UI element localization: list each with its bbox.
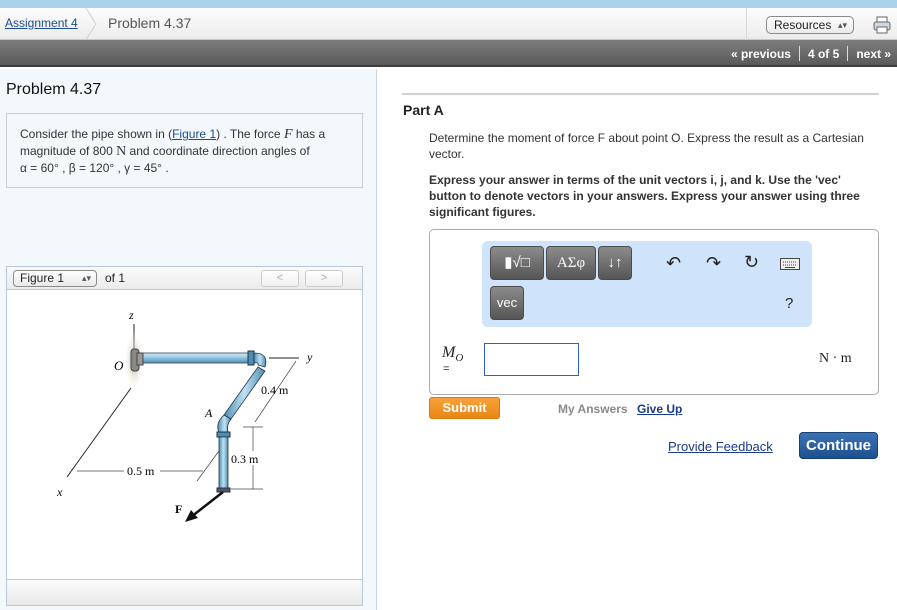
problem-statement: Consider the pipe shown in (Figure 1) . … bbox=[6, 113, 363, 188]
problem-text: and coordinate direction angles of bbox=[126, 144, 310, 158]
figure-select[interactable]: Figure 1 ▴▾ bbox=[13, 270, 97, 287]
figure-link[interactable]: Figure 1 bbox=[172, 127, 216, 141]
provide-feedback-link[interactable]: Provide Feedback bbox=[668, 439, 773, 454]
pipe-coupling bbox=[247, 350, 255, 366]
answer-input[interactable] bbox=[484, 343, 579, 376]
previous-link[interactable]: « previous bbox=[731, 47, 791, 61]
problem-nav-bar: « previous 4 of 5 next » bbox=[0, 40, 897, 67]
point-a-label: A bbox=[204, 406, 213, 420]
answer-unit: N · m bbox=[819, 351, 852, 366]
arrows-button[interactable]: ↓↑ bbox=[598, 246, 632, 280]
dimension-label-03: 0.3 m bbox=[231, 452, 259, 466]
figure-footer bbox=[7, 579, 362, 605]
figure-next-button[interactable]: > bbox=[305, 270, 343, 287]
header-bar: Assignment 4 Problem 4.37 Resources ▴▾ bbox=[0, 8, 897, 40]
y-axis-label: y bbox=[306, 350, 313, 364]
answer-instructions: Express your answer in terms of the unit… bbox=[429, 173, 860, 219]
part-title: Part A bbox=[403, 102, 444, 118]
force-label: F bbox=[175, 502, 182, 516]
select-arrows-icon: ▴▾ bbox=[81, 273, 91, 283]
pipe-figure: z x O y 0.4 m A 0.5 m 0.3 m F bbox=[56, 308, 313, 522]
unit-newton: N bbox=[116, 144, 127, 159]
equals-sign: = bbox=[443, 363, 450, 375]
pipe-mount bbox=[136, 352, 144, 366]
undo-icon[interactable]: ↶ bbox=[666, 253, 681, 274]
part-a-panel: Part A Determine the moment of force F a… bbox=[378, 69, 897, 610]
dimension-label-04: 0.4 m bbox=[261, 383, 289, 397]
figure-prev-button[interactable]: < bbox=[261, 270, 299, 287]
x-axis bbox=[66, 387, 132, 478]
math-toolbar: ▮√□ ΑΣφ ↓↑ ↶ ↷ ↻ vec ? bbox=[482, 241, 812, 327]
help-icon[interactable]: ? bbox=[785, 295, 793, 312]
nav-separator bbox=[798, 46, 800, 61]
problem-text: ) . The force bbox=[216, 127, 284, 141]
top-strip bbox=[0, 0, 897, 8]
submit-button[interactable]: Submit bbox=[429, 397, 500, 419]
pipe-segment-vertical bbox=[218, 436, 229, 490]
next-link[interactable]: next » bbox=[856, 47, 891, 61]
breadcrumb-current: Problem 4.37 bbox=[108, 15, 192, 31]
figure-panel: Figure 1 ▴▾ of 1 < > z x O y 0.4 m A 0.5… bbox=[6, 266, 363, 606]
dimension-label-05: 0.5 m bbox=[127, 464, 155, 478]
divider bbox=[402, 93, 879, 95]
dimension-guide bbox=[196, 450, 220, 482]
question-text: Determine the moment of force F about po… bbox=[429, 131, 864, 161]
nav-separator bbox=[847, 46, 849, 61]
problem-position: 4 of 5 bbox=[807, 46, 840, 61]
breadcrumb-assignment-link[interactable]: Assignment 4 bbox=[5, 16, 78, 30]
pipe-elbow-a bbox=[217, 414, 232, 434]
give-up-link[interactable]: Give Up bbox=[637, 402, 682, 416]
reset-icon[interactable]: ↻ bbox=[744, 252, 759, 273]
my-answers-link[interactable]: My Answers bbox=[558, 402, 628, 416]
problem-title: Problem 4.37 bbox=[6, 81, 102, 98]
answer-variable-label: MO bbox=[442, 344, 463, 364]
greek-symbols-button[interactable]: ΑΣφ bbox=[546, 246, 596, 280]
keyboard-icon[interactable] bbox=[780, 258, 800, 270]
breadcrumb-separator-icon bbox=[85, 8, 97, 40]
z-axis-label: z bbox=[128, 308, 134, 322]
force-symbol: F bbox=[283, 127, 293, 142]
pipe-elbow bbox=[253, 352, 267, 368]
x-axis-label: x bbox=[56, 485, 63, 499]
templates-button[interactable]: ▮√□ bbox=[490, 246, 544, 280]
pipe-segment-y bbox=[140, 352, 252, 364]
figure-toolbar: Figure 1 ▴▾ of 1 < > bbox=[7, 267, 362, 290]
select-arrows-icon: ▴▾ bbox=[837, 20, 847, 30]
pipe-segment-diagonal bbox=[223, 366, 266, 420]
force-arrow bbox=[190, 491, 224, 518]
point-o-label: O bbox=[114, 358, 124, 373]
answer-variable: M bbox=[442, 344, 456, 361]
continue-button[interactable]: Continue bbox=[799, 432, 878, 459]
pipe-end-cap bbox=[216, 487, 231, 493]
direction-angles: α = 60° , β = 120° , γ = 45° . bbox=[20, 161, 169, 175]
vec-button[interactable]: vec bbox=[490, 286, 524, 320]
redo-icon[interactable]: ↷ bbox=[706, 253, 721, 274]
printer-icon[interactable] bbox=[873, 16, 891, 34]
problem-text: Consider the pipe shown in ( bbox=[20, 127, 173, 141]
resources-select-label: Resources bbox=[774, 18, 832, 32]
resources-select[interactable]: Resources ▴▾ bbox=[766, 16, 854, 34]
header-divider bbox=[746, 8, 747, 40]
pipe-coupling-a bbox=[216, 431, 231, 438]
answer-variable-subscript: O bbox=[455, 352, 464, 365]
figure-count: of 1 bbox=[105, 271, 126, 285]
problem-panel: Problem 4.37 Consider the pipe shown in … bbox=[0, 69, 377, 610]
figure-select-label: Figure 1 bbox=[20, 271, 65, 285]
answer-box: ▮√□ ΑΣφ ↓↑ ↶ ↷ ↻ vec ? MO = N · m bbox=[429, 229, 879, 395]
